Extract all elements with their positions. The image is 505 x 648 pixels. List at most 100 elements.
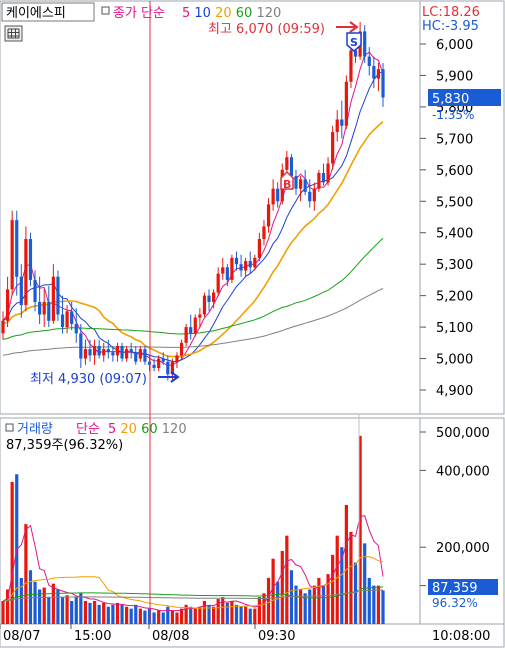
candle-body	[83, 349, 88, 359]
candle-body	[331, 132, 335, 164]
volume-tick-label: 500,000	[436, 426, 490, 441]
candle-body	[234, 257, 239, 265]
candle-body	[317, 172, 321, 189]
volume-bar	[349, 531, 353, 624]
volume-bar	[175, 612, 179, 624]
candle-body	[10, 220, 14, 290]
candle-body	[115, 345, 120, 356]
volume-ma-legend-item: 120	[158, 422, 187, 437]
volume-bar	[157, 610, 161, 624]
volume-bar	[111, 604, 115, 624]
time-tick-label: 09:30	[258, 629, 295, 644]
volume-bar	[97, 604, 101, 624]
candle-body	[175, 355, 179, 362]
volume-bar	[152, 612, 156, 624]
volume-bar	[120, 604, 124, 624]
candle-body	[157, 358, 161, 368]
volume-bar	[125, 606, 129, 624]
current-change: -1.35%	[432, 108, 474, 122]
time-tick-label: 15:00	[74, 629, 111, 644]
volume-bar	[202, 600, 207, 624]
volume-bar	[102, 602, 106, 624]
candle-body	[294, 176, 298, 189]
candle-body	[143, 349, 147, 362]
volume-bar	[51, 583, 55, 624]
candle-body	[335, 119, 339, 133]
candle-body	[244, 261, 248, 271]
volume-bar	[276, 581, 280, 624]
volume-ma-legend-item: 20	[116, 422, 137, 437]
candle-body	[376, 69, 381, 79]
volume-bar	[230, 600, 234, 624]
candle-body	[239, 264, 243, 271]
candle-body	[1, 320, 5, 334]
hc-label: HC:-3.95	[422, 19, 479, 34]
candle-body	[120, 345, 124, 359]
candle-body	[372, 66, 376, 79]
current-time: 10:08:00	[432, 629, 490, 644]
volume-bar	[244, 606, 248, 624]
current-price: 5,830	[432, 92, 469, 107]
candle-body	[340, 119, 344, 126]
current-volume-pct: 96.32%	[432, 596, 478, 610]
candle-body	[253, 257, 257, 268]
candle-body	[88, 349, 92, 356]
price-tick-label: 5,000	[436, 353, 473, 368]
candle-body	[216, 273, 220, 293]
volume-bar	[166, 606, 170, 624]
volume-legend-ma-prefix: 단순	[76, 422, 100, 437]
candle-body	[321, 172, 326, 183]
volume-bar	[225, 602, 229, 624]
candle-body	[189, 327, 193, 334]
volume-bar	[331, 554, 335, 624]
volume-bar	[10, 481, 14, 624]
volume-bar	[138, 608, 142, 624]
candle-body	[138, 349, 142, 359]
candle-body	[134, 352, 138, 362]
candle-body	[367, 56, 371, 67]
candle-body	[285, 157, 289, 170]
candle-body	[161, 358, 165, 362]
volume-bar	[193, 608, 197, 624]
ma-legend-item: 5	[182, 6, 190, 21]
volume-bar	[321, 585, 326, 624]
price-tick-label: 4,900	[436, 384, 473, 399]
candle-body	[312, 188, 316, 202]
volume-bar	[170, 610, 174, 624]
volume-bar	[42, 587, 46, 624]
candle-body	[202, 295, 207, 315]
candle-body	[207, 295, 211, 302]
volume-bar	[312, 585, 316, 624]
candle-body	[152, 364, 156, 368]
volume-bar	[47, 597, 51, 624]
ma-legend: 5 10 20 60 120	[182, 6, 281, 21]
volume-bar	[248, 608, 252, 624]
candle-body	[230, 257, 234, 280]
volume-tick-label: 400,000	[436, 464, 490, 479]
volume-bar	[198, 606, 202, 624]
volume-ma-legend: 5 20 60 120	[108, 422, 187, 437]
candle-body	[262, 226, 266, 240]
volume-bar	[335, 535, 339, 624]
candle-body	[257, 239, 261, 258]
volume-bar	[19, 577, 23, 624]
candle-body	[166, 361, 170, 375]
volume-legend-prefix: 거래량	[17, 422, 53, 437]
candle-body	[303, 179, 307, 192]
volume-bar	[1, 600, 5, 624]
volume-bar	[308, 589, 312, 624]
candle-body	[106, 349, 110, 353]
volume-bar	[367, 577, 371, 624]
candle-body	[42, 301, 46, 315]
volume-bar	[294, 585, 298, 624]
volume-bar	[266, 577, 271, 624]
candle-body	[271, 188, 275, 205]
candle-body	[179, 342, 184, 356]
current-volume: 87,359	[432, 581, 478, 596]
candle-body	[70, 311, 74, 324]
volume-bar	[381, 590, 385, 624]
high-annotation: 최고 6,070 (09:59)	[208, 22, 325, 37]
price-tick-label: 5,300	[436, 258, 473, 273]
volume-bar	[221, 597, 225, 624]
volume-bar	[289, 570, 294, 624]
